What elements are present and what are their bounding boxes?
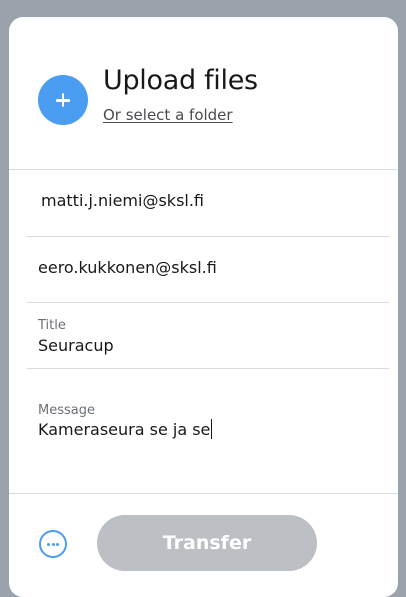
text-cursor bbox=[211, 419, 213, 439]
title-value: Seuracup bbox=[38, 336, 114, 355]
transfer-button[interactable]: Transfer bbox=[97, 515, 317, 571]
message-text-input[interactable]: Kameraseura se ja se bbox=[38, 419, 213, 439]
recipient-email: matti.j.niemi@sksl.fi bbox=[41, 191, 205, 210]
recipient-email-field-1[interactable]: matti.j.niemi@sksl.fi bbox=[9, 170, 398, 236]
recipient-email-field-2[interactable]: eero.kukkonen@sksl.fi bbox=[9, 237, 398, 302]
title-field[interactable]: Title Seuracup bbox=[9, 303, 398, 368]
select-folder-link[interactable]: Or select a folder bbox=[103, 106, 233, 124]
more-options-button[interactable] bbox=[39, 530, 67, 558]
message-value: Kameraseura se ja se bbox=[38, 420, 211, 439]
upload-files-title[interactable]: Upload files bbox=[103, 65, 258, 96]
footer: Transfer bbox=[9, 494, 398, 594]
upload-section: Upload files Or select a folder bbox=[9, 17, 398, 169]
recipient-email: eero.kukkonen@sksl.fi bbox=[38, 258, 217, 277]
message-field[interactable]: Message Kameraseura se ja se bbox=[9, 369, 398, 493]
transfer-panel: Upload files Or select a folder matti.j.… bbox=[9, 17, 398, 597]
message-label: Message bbox=[38, 403, 95, 418]
add-files-button[interactable] bbox=[38, 75, 88, 125]
title-label: Title bbox=[38, 318, 66, 333]
